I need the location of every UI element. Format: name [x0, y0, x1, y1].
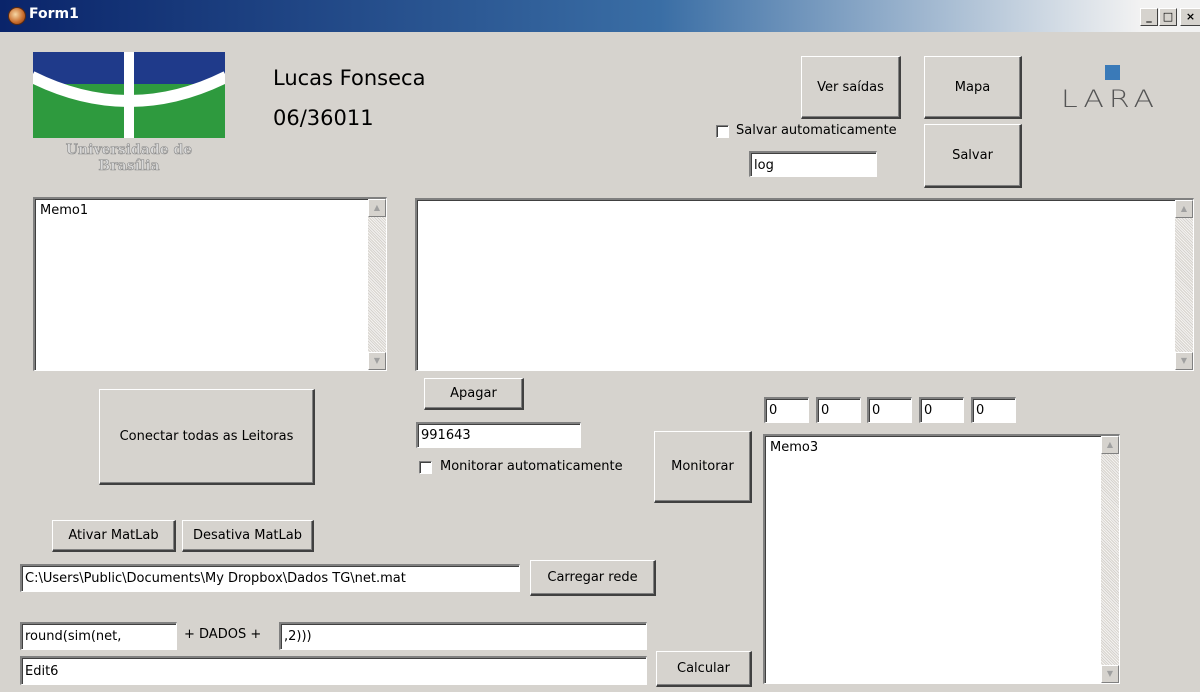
monitorar-auto-label: Monitorar automaticamente [440, 459, 623, 474]
expr-suffix-field[interactable]: ,2))) [279, 622, 647, 650]
memo3-scroll-down[interactable]: ▼ [1101, 665, 1119, 683]
id-field[interactable]: 991643 [416, 422, 581, 448]
salvar-auto-label: Salvar automaticamente [736, 123, 897, 138]
desativa-matlab-button[interactable]: Desativa MatLab [182, 520, 314, 552]
lara-logo: LARA [1060, 62, 1160, 122]
ver-saidas-button[interactable]: Ver saídas [801, 56, 901, 119]
memo3-scroll-up[interactable]: ▲ [1101, 436, 1119, 454]
lara-text: LARA [1060, 85, 1160, 114]
conectar-leitoras-button[interactable]: Conectar todas as Leitoras [99, 389, 315, 485]
student-id: 06/36011 [273, 106, 374, 130]
salvar-auto-checkbox[interactable] [716, 125, 729, 138]
unb-label: Universidade de Brasília [65, 142, 193, 175]
apagar-button[interactable]: Apagar [424, 378, 524, 410]
maximize-button[interactable]: □ [1159, 8, 1177, 26]
memo2-scroll-up[interactable]: ▲ [1175, 200, 1193, 218]
monitorar-button[interactable]: Monitorar [654, 431, 752, 503]
unb-logo: Universidade de Brasília [31, 52, 227, 174]
ativar-matlab-button[interactable]: Ativar MatLab [52, 520, 176, 552]
counter-field-4[interactable]: 0 [919, 397, 964, 423]
plus-dados-label: + DADOS + [184, 627, 262, 642]
memo1-scroll-down[interactable]: ▼ [368, 352, 386, 370]
counter-field-2[interactable]: 0 [816, 397, 861, 423]
memo2-scroll-down[interactable]: ▼ [1175, 352, 1193, 370]
counter-field-1[interactable]: 0 [764, 397, 809, 423]
title-bar[interactable] [0, 0, 1200, 32]
memo3[interactable]: Memo3 ▲ ▼ [763, 434, 1120, 684]
memo1-scrollbar[interactable]: ▲ ▼ [368, 199, 386, 370]
log-field[interactable]: log [749, 151, 877, 177]
counter-field-5[interactable]: 0 [971, 397, 1016, 423]
student-name: Lucas Fonseca [273, 66, 426, 90]
memo2-scrollbar[interactable]: ▲ ▼ [1175, 200, 1193, 370]
calcular-button[interactable]: Calcular [656, 651, 752, 687]
minimize-button[interactable]: _ [1140, 8, 1158, 26]
edit6-field[interactable]: Edit6 [20, 656, 647, 685]
memo1[interactable]: Memo1 ▲ ▼ [33, 197, 387, 371]
app-icon[interactable] [8, 7, 26, 25]
carregar-rede-button[interactable]: Carregar rede [530, 560, 656, 596]
close-button[interactable]: × [1180, 8, 1200, 26]
counter-field-3[interactable]: 0 [867, 397, 912, 423]
monitorar-auto-checkbox[interactable] [419, 461, 432, 474]
memo1-text: Memo1 [40, 203, 89, 218]
memo1-scroll-up[interactable]: ▲ [368, 199, 386, 217]
salvar-button[interactable]: Salvar [924, 124, 1022, 188]
window-title: Form1 [29, 6, 79, 22]
memo2[interactable]: ▲ ▼ [415, 198, 1194, 371]
memo3-scrollbar[interactable]: ▲ ▼ [1101, 436, 1119, 683]
lara-square [1105, 65, 1120, 80]
expr-prefix-field[interactable]: round(sim(net, [20, 622, 177, 650]
mapa-button[interactable]: Mapa [924, 56, 1022, 119]
net-path-field[interactable]: C:\Users\Public\Documents\My Dropbox\Dad… [20, 564, 520, 592]
memo3-text: Memo3 [770, 440, 819, 455]
